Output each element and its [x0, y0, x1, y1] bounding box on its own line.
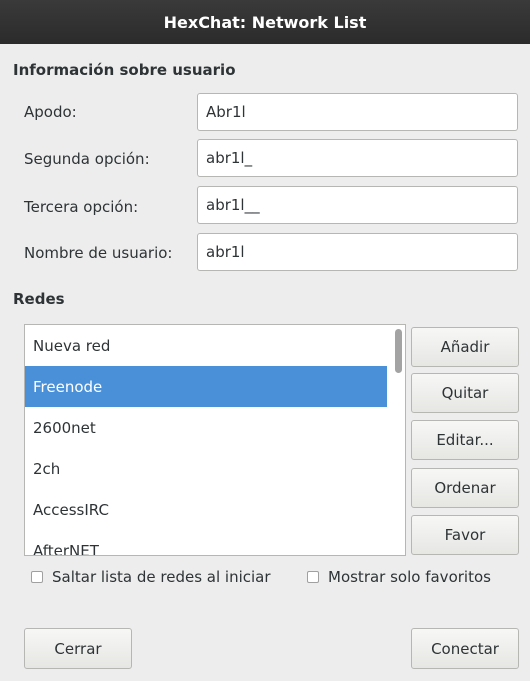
third-choice-label: Tercera opción:: [24, 198, 139, 216]
network-item-2600net[interactable]: 2600net: [25, 407, 387, 448]
third-choice-input[interactable]: abr1l__: [197, 186, 518, 224]
remove-network-button[interactable]: Quitar: [411, 373, 519, 413]
user-info-heading: Información sobre usuario: [13, 61, 236, 79]
connect-button[interactable]: Conectar: [411, 628, 519, 669]
skip-list-option[interactable]: Saltar lista de redes al iniciar: [31, 568, 271, 586]
close-button[interactable]: Cerrar: [24, 628, 132, 669]
third-choice-value: abr1l__: [206, 196, 260, 214]
favorites-only-checkbox[interactable]: [307, 571, 319, 583]
network-list-scrollbar[interactable]: [395, 329, 402, 373]
network-item-label: AfterNET: [33, 541, 99, 556]
network-item-label: 2ch: [33, 459, 61, 478]
window-titlebar: HexChat: Network List: [0, 0, 530, 44]
favorites-only-option[interactable]: Mostrar solo favoritos: [307, 568, 491, 586]
nickname-label: Apodo:: [24, 103, 77, 121]
network-item-accessirc[interactable]: AccessIRC: [25, 489, 387, 530]
connect-button-label: Conectar: [431, 639, 499, 658]
second-choice-label: Segunda opción:: [24, 150, 150, 168]
close-button-label: Cerrar: [54, 639, 102, 658]
second-choice-input[interactable]: abr1l_: [197, 139, 518, 177]
edit-network-label: Editar...: [436, 431, 494, 449]
edit-network-button[interactable]: Editar...: [411, 420, 519, 460]
network-item-label: 2600net: [33, 418, 96, 437]
nickname-input[interactable]: Abr1l: [197, 93, 518, 131]
sort-networks-button[interactable]: Ordenar: [411, 468, 519, 508]
username-value: abr1l: [206, 243, 245, 261]
network-item-afternet[interactable]: AfterNET: [25, 530, 387, 556]
network-item-label: Nueva red: [33, 336, 111, 355]
network-item-freenode[interactable]: Freenode: [25, 366, 387, 407]
second-choice-value: abr1l_: [206, 149, 253, 167]
favorites-only-label: Mostrar solo favoritos: [328, 568, 491, 586]
network-item-label: AccessIRC: [33, 500, 109, 519]
username-input[interactable]: abr1l: [197, 233, 518, 271]
networks-heading: Redes: [13, 290, 65, 308]
nickname-value: Abr1l: [206, 103, 246, 121]
favor-network-button[interactable]: Favor: [411, 515, 519, 555]
remove-network-label: Quitar: [441, 384, 489, 402]
skip-list-checkbox[interactable]: [31, 571, 43, 583]
add-network-button[interactable]: Añadir: [411, 327, 519, 367]
network-list[interactable]: Nueva red Freenode 2600net 2ch AccessIRC…: [24, 324, 406, 556]
network-item-label: Freenode: [33, 377, 103, 396]
sort-networks-label: Ordenar: [434, 479, 496, 497]
username-label: Nombre de usuario:: [24, 244, 173, 262]
network-item-nueva-red[interactable]: Nueva red: [25, 325, 387, 366]
skip-list-label: Saltar lista de redes al iniciar: [52, 568, 271, 586]
favor-network-label: Favor: [444, 526, 486, 544]
network-item-2ch[interactable]: 2ch: [25, 448, 387, 489]
add-network-label: Añadir: [440, 338, 490, 356]
window-title: HexChat: Network List: [163, 12, 367, 32]
